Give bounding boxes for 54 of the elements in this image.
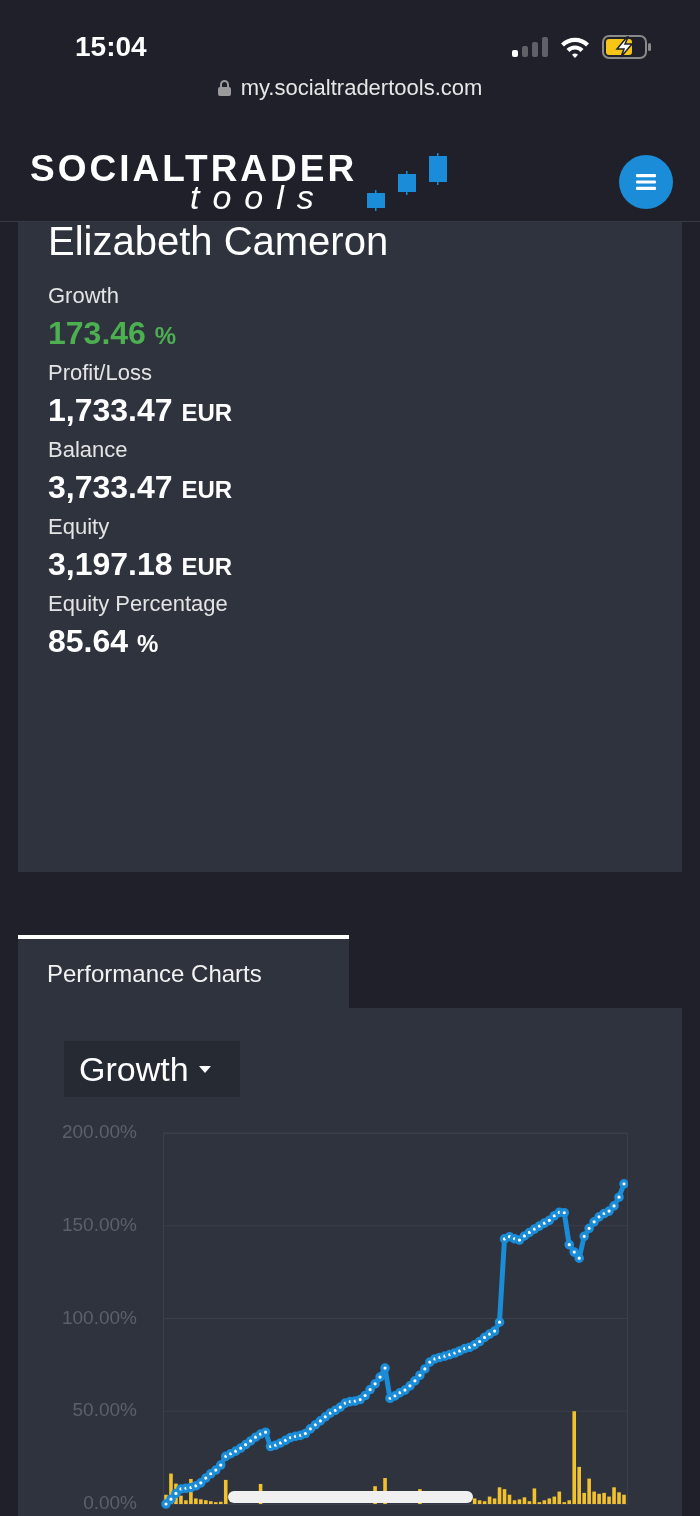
chart-type-dropdown[interactable]: Growth bbox=[64, 1041, 240, 1097]
data-point bbox=[365, 1384, 375, 1395]
stat-label: Balance bbox=[48, 436, 128, 464]
logo-wordmark[interactable]: SOCIALTRADER bbox=[30, 152, 358, 186]
data-point bbox=[420, 1364, 430, 1374]
data-point bbox=[559, 1207, 570, 1218]
tab[interactable]: Performance Charts bbox=[18, 935, 349, 1008]
data-point bbox=[161, 1499, 171, 1509]
data-point bbox=[574, 1253, 584, 1263]
data-point bbox=[604, 1206, 614, 1216]
data-point bbox=[614, 1192, 624, 1202]
candlestick-chart-icon bbox=[367, 153, 450, 211]
data-point bbox=[584, 1223, 594, 1234]
data-point bbox=[569, 1247, 579, 1257]
status-time: 15:04 bbox=[75, 31, 147, 63]
data-point bbox=[215, 1460, 226, 1470]
stat-value: 3,197.18 EUR bbox=[48, 545, 233, 584]
data-point bbox=[405, 1381, 415, 1391]
data-point bbox=[360, 1390, 370, 1401]
data-point bbox=[489, 1326, 500, 1336]
caret-down-icon bbox=[198, 1065, 211, 1073]
data-point bbox=[196, 1478, 206, 1488]
menu-button[interactable] bbox=[619, 154, 673, 209]
data-point bbox=[211, 1465, 221, 1475]
data-point bbox=[619, 1179, 628, 1189]
data-point bbox=[380, 1363, 390, 1373]
menu-icon bbox=[636, 173, 656, 190]
data-point bbox=[589, 1217, 599, 1227]
data-point bbox=[171, 1488, 181, 1499]
stat-value: 85.64 % bbox=[48, 622, 159, 661]
data-point bbox=[370, 1379, 380, 1389]
data-point bbox=[166, 1494, 176, 1504]
data-point bbox=[564, 1239, 575, 1250]
data-point bbox=[579, 1231, 589, 1242]
stat-label: Equity Percentage bbox=[48, 590, 228, 618]
data-point bbox=[415, 1370, 425, 1381]
wifi-icon bbox=[560, 36, 590, 58]
battery-charging-icon bbox=[602, 35, 652, 59]
stat-value: 3,733.47 EUR bbox=[48, 468, 233, 507]
stat-value: 173.46 % bbox=[48, 314, 177, 353]
stat-label: Equity bbox=[48, 513, 110, 541]
data-point bbox=[375, 1372, 385, 1382]
data-point bbox=[494, 1317, 505, 1327]
signal-icon bbox=[512, 37, 548, 57]
stat-label: Growth bbox=[48, 282, 119, 310]
logo-subtitle[interactable]: tools bbox=[190, 183, 358, 211]
lock-icon bbox=[217, 80, 231, 96]
data-point bbox=[410, 1376, 420, 1386]
stat-value: 1,733.47 EUR bbox=[48, 391, 233, 430]
data-point bbox=[260, 1427, 271, 1437]
stat-label: Profit/Loss bbox=[48, 359, 152, 387]
url-text[interactable]: my.socialtradertools.com bbox=[240, 76, 483, 100]
trader-name: Elizabeth Cameron bbox=[48, 222, 389, 260]
data-point bbox=[609, 1201, 619, 1211]
